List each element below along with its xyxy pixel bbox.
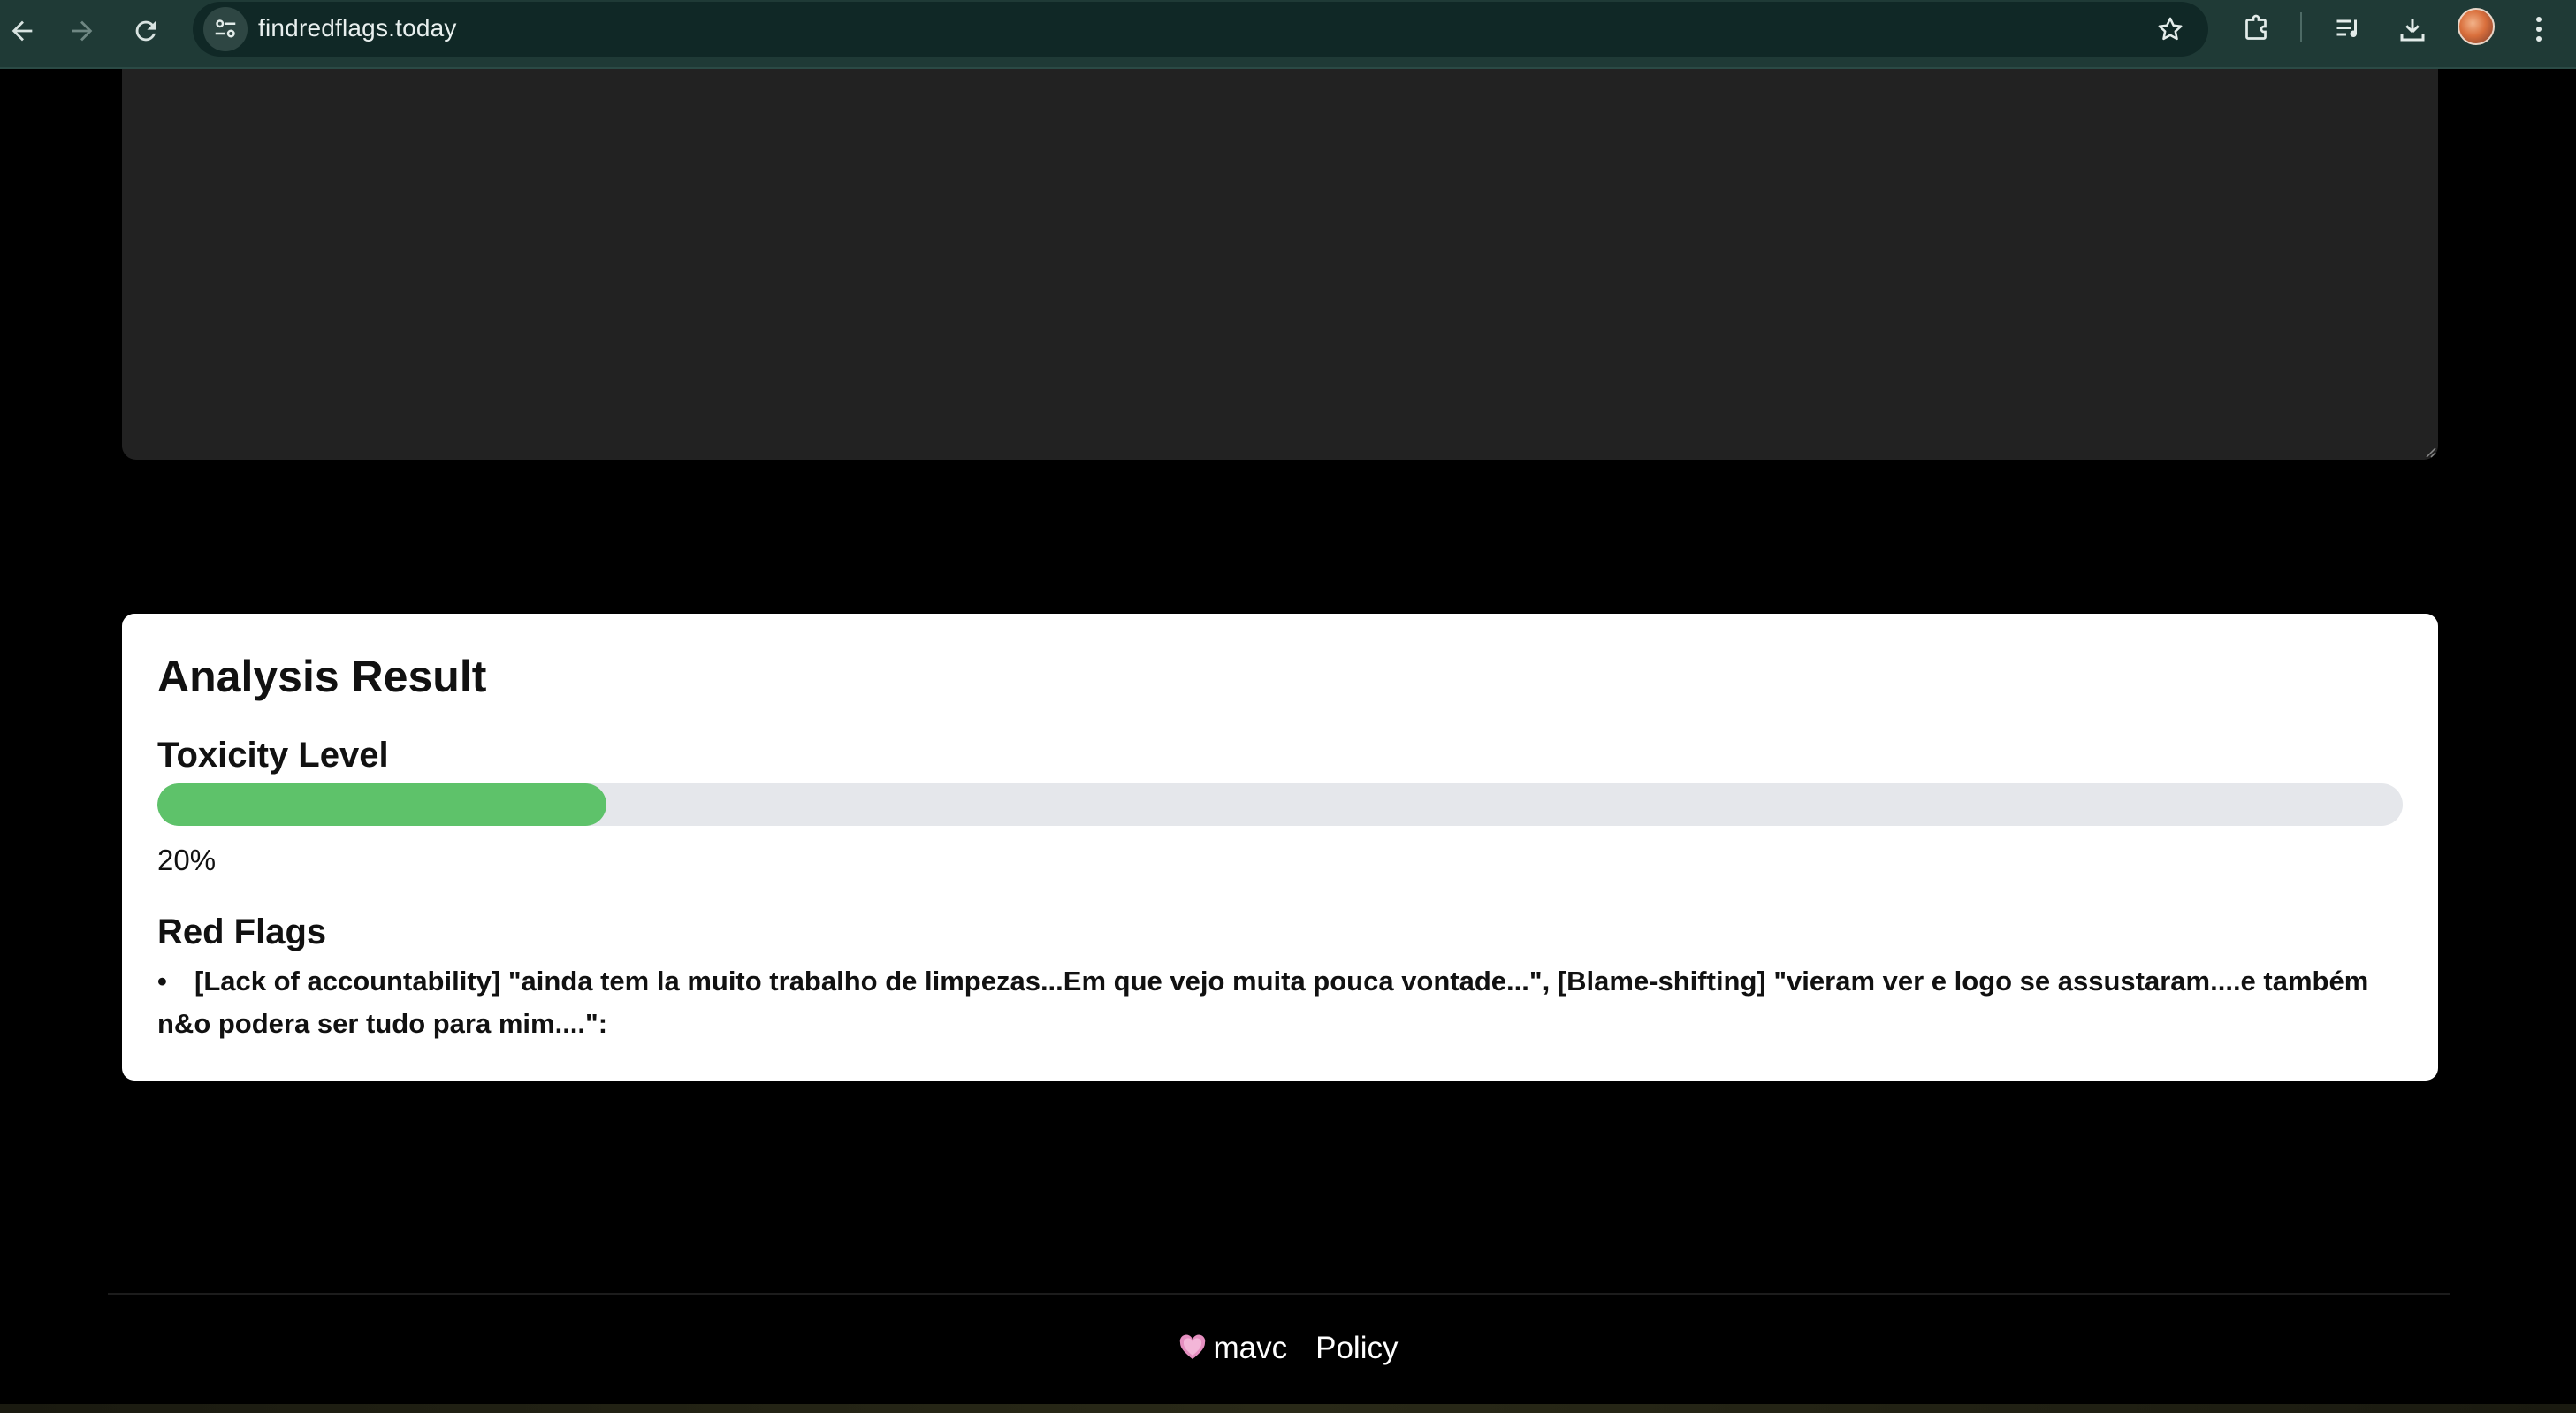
bookmark-button[interactable] xyxy=(2152,11,2189,48)
resize-handle-icon[interactable] xyxy=(2422,444,2436,458)
red-flags-label: Red Flags xyxy=(157,913,327,951)
star-icon xyxy=(2158,17,2183,41)
arrow-right-icon xyxy=(72,20,93,42)
analysis-result-card: Analysis Result Toxicity Level 20% Red F… xyxy=(122,614,2438,1081)
queue-music-icon xyxy=(2336,19,2357,37)
arrow-left-icon xyxy=(11,20,33,42)
kebab-dot xyxy=(2536,27,2542,32)
heart-icon xyxy=(1179,1334,1205,1359)
brand-name: mavc xyxy=(1213,1331,1288,1365)
address-bar[interactable]: findredflags.today xyxy=(193,2,2208,57)
policy-link[interactable]: Policy xyxy=(1315,1331,1398,1365)
toxicity-progress-fill xyxy=(157,783,606,826)
toxicity-progress-bar xyxy=(157,783,2403,826)
media-controls-button[interactable] xyxy=(2327,7,2371,51)
forward-button[interactable] xyxy=(60,9,104,53)
puzzle-icon xyxy=(2245,14,2267,40)
bottom-strip xyxy=(0,1404,2576,1413)
url-text[interactable]: findredflags.today xyxy=(258,14,457,42)
toxicity-level-label: Toxicity Level xyxy=(157,736,389,775)
reload-button[interactable] xyxy=(124,9,168,53)
kebab-dot xyxy=(2536,36,2542,42)
downloads-button[interactable] xyxy=(2390,7,2435,51)
reload-icon xyxy=(135,20,156,42)
browser-toolbar: findredflags.today xyxy=(0,0,2576,69)
page-root: findredflags.today Analysis Result Toxic… xyxy=(0,0,2576,1413)
back-button[interactable] xyxy=(0,9,44,53)
footer-divider xyxy=(108,1293,2450,1295)
red-flag-text: [Lack of accountability] "ainda tem la m… xyxy=(157,966,2369,1039)
footer: mavc Policy xyxy=(0,1331,2576,1366)
toolbar-divider xyxy=(2300,12,2302,42)
red-flag-item: • [Lack of accountability] "ainda tem la … xyxy=(157,960,2403,1045)
result-title: Analysis Result xyxy=(157,652,487,701)
red-flags-list: • [Lack of accountability] "ainda tem la … xyxy=(157,960,2403,1045)
toxicity-value: 20% xyxy=(157,844,217,876)
bullet-icon: • xyxy=(157,966,167,997)
site-info-button[interactable] xyxy=(203,7,248,51)
message-textarea-container xyxy=(122,69,2438,460)
message-textarea[interactable] xyxy=(122,69,2438,460)
download-icon xyxy=(2400,19,2425,42)
profile-avatar[interactable] xyxy=(2458,8,2495,45)
tune-icon xyxy=(215,19,236,38)
browser-menu-button[interactable] xyxy=(2521,7,2557,51)
kebab-menu-icon xyxy=(2536,17,2542,22)
extensions-button[interactable] xyxy=(2234,7,2278,51)
